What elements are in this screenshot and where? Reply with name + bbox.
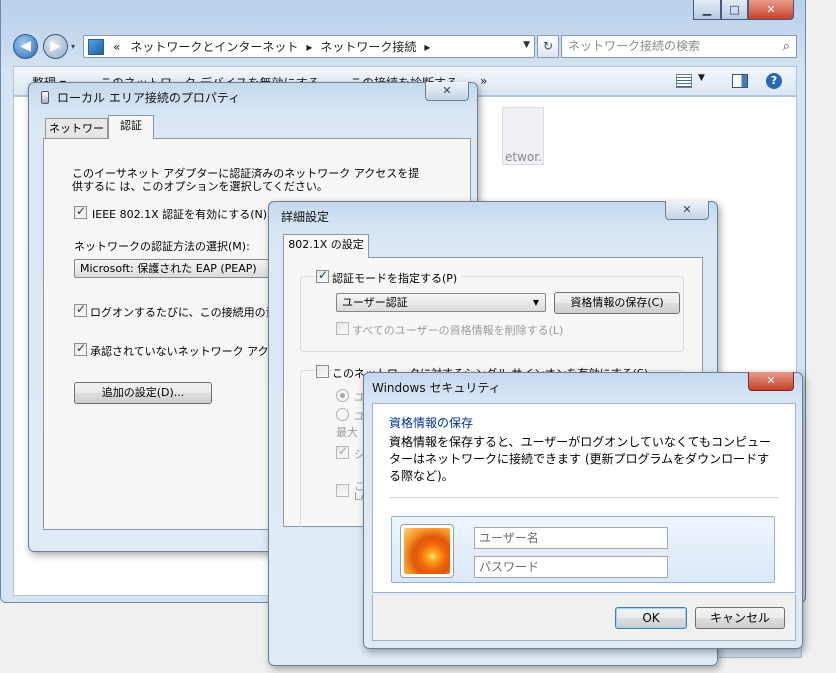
breadcrumb-separator[interactable]: ▸ [421,40,433,54]
view-dropdown-icon[interactable]: ▼ [698,73,705,83]
windows-security-dialog: Windows セキュリティ ✕ 資格情報の保存 資格情報を保存すると、ユーザー… [363,372,803,649]
credentials-description: 資格情報を保存すると、ユーザーがログオンしていなくてもコンピューターはネットワー… [389,435,771,483]
forward-arrow-icon[interactable]: ▶ [43,34,68,59]
dialog-title: 詳細設定 [281,210,330,224]
auth-method-label: ネットワークの認証方法の選択(M): [74,240,250,253]
password-input[interactable]: パスワード [474,556,668,578]
security-dialog-footer: OK キャンセル [372,595,796,641]
credential-tile: ユーザー名 パスワード [391,516,775,583]
maximize-button[interactable]: □ [721,0,748,20]
specify-auth-mode-label[interactable]: 認証モードを指定する(P) [332,270,462,286]
breadcrumb-separator[interactable]: ▸ [303,40,315,54]
max-delay-label: 最大 [336,426,358,439]
enable-8021x-checkbox[interactable] [74,204,87,219]
auth-mode-select[interactable]: ユーザー認証 ▼ [336,293,546,312]
specify-auth-mode-checkbox[interactable] [316,268,329,283]
breadcrumb-overflow[interactable]: « [108,40,125,54]
refresh-icon[interactable]: ↻ [537,35,559,58]
tab-authentication[interactable]: 認証 [108,115,154,139]
back-arrow-icon[interactable]: ◀ [13,34,38,59]
auth-method-select[interactable]: Microsoft: 保護された EAP (PEAP) [74,259,284,278]
caption-buttons: ▁ □ ✕ [693,0,794,20]
preview-pane-icon[interactable] [732,74,748,88]
security-dialog-body: 資格情報の保存 資格情報を保存すると、ユーザーがログオンしていなくてもコンピュー… [372,403,796,593]
navigation-bar: ◀ ▶ ▾ « ネットワークとインターネット ▸ ネットワーク接続 ▸ ▼ ↻ … [13,34,797,60]
fallback-unauthorized-checkbox[interactable] [74,341,87,356]
network-plug-icon [41,91,49,104]
flower-picture-icon [404,528,450,574]
close-button[interactable]: ✕ [665,201,709,220]
sso-before-logon-radio[interactable] [336,389,349,402]
remember-credentials-label[interactable]: ログオンするたびに、この接続用の資格 [90,304,288,320]
authentication-description: このイーサネット アダプターに認証済みのネットワーク アクセスを提供するに は、… [72,167,420,193]
delete-all-credentials-checkbox[interactable] [336,322,349,335]
address-bar[interactable]: « ネットワークとインターネット ▸ ネットワーク接続 ▸ ▼ [83,35,535,58]
recent-pages-chevron-icon[interactable]: ▾ [71,42,75,51]
additional-settings-button[interactable]: 追加の設定(D)... [74,382,212,404]
network-adapter-tile[interactable]: etwor... [502,107,544,165]
breadcrumb-network-connections[interactable]: ネットワーク接続 [315,38,421,55]
adapter-name: etwor... [505,150,543,164]
dialog-title: Windows セキュリティ [372,381,501,395]
cancel-button[interactable]: キャンセル [695,607,785,629]
ok-button[interactable]: OK [615,607,687,629]
username-placeholder: ユーザー名 [479,531,539,545]
search-icon[interactable]: ⌕ [783,36,790,57]
delete-all-credentials-label: すべてのユーザーの資格情報を削除する(L) [352,324,564,337]
remember-credentials-checkbox[interactable] [74,302,87,317]
close-button[interactable]: ✕ [748,0,794,20]
dialog-title: ローカル エリア接続のプロパティ [57,91,241,105]
view-options-icon[interactable] [676,74,692,88]
separate-vlan-checkbox[interactable] [336,484,349,497]
help-icon[interactable]: ? [766,73,782,89]
separator [389,497,779,498]
search-placeholder: ネットワーク接続の検索 [568,39,701,53]
auth-mode-group [300,276,684,352]
tab-8021x-settings[interactable]: 802.1X の設定 [283,234,369,258]
enable-sso-checkbox[interactable] [316,365,329,378]
sso-dialog-checkbox[interactable] [336,444,349,459]
address-dropdown-icon[interactable]: ▼ [523,40,530,50]
search-input[interactable]: ネットワーク接続の検索 ⌕ [561,35,797,58]
user-avatar [400,524,454,578]
sso-after-logon-radio[interactable] [336,408,349,421]
save-credentials-button[interactable]: 資格情報の保存(C) [554,292,680,314]
username-input[interactable]: ユーザー名 [474,527,668,549]
auth-mode-value: ユーザー認証 [342,296,408,309]
close-button[interactable]: ✕ [748,372,794,391]
network-connections-icon [88,38,104,55]
minimize-button[interactable]: ▁ [693,0,721,20]
tab-network[interactable]: ネットワーク [45,118,108,154]
credentials-heading: 資格情報の保存 [389,416,474,430]
breadcrumb-network-internet[interactable]: ネットワークとインターネット [125,38,303,55]
close-button[interactable]: ✕ [425,82,469,101]
auth-method-value: Microsoft: 保護された EAP (PEAP) [80,262,257,275]
dropdown-arrow-icon: ▼ [532,298,539,307]
enable-8021x-label[interactable]: IEEE 802.1X 認証を有効にする(N) [92,206,267,222]
more-commands-button[interactable]: » [480,74,487,88]
password-placeholder: パスワード [479,560,540,574]
